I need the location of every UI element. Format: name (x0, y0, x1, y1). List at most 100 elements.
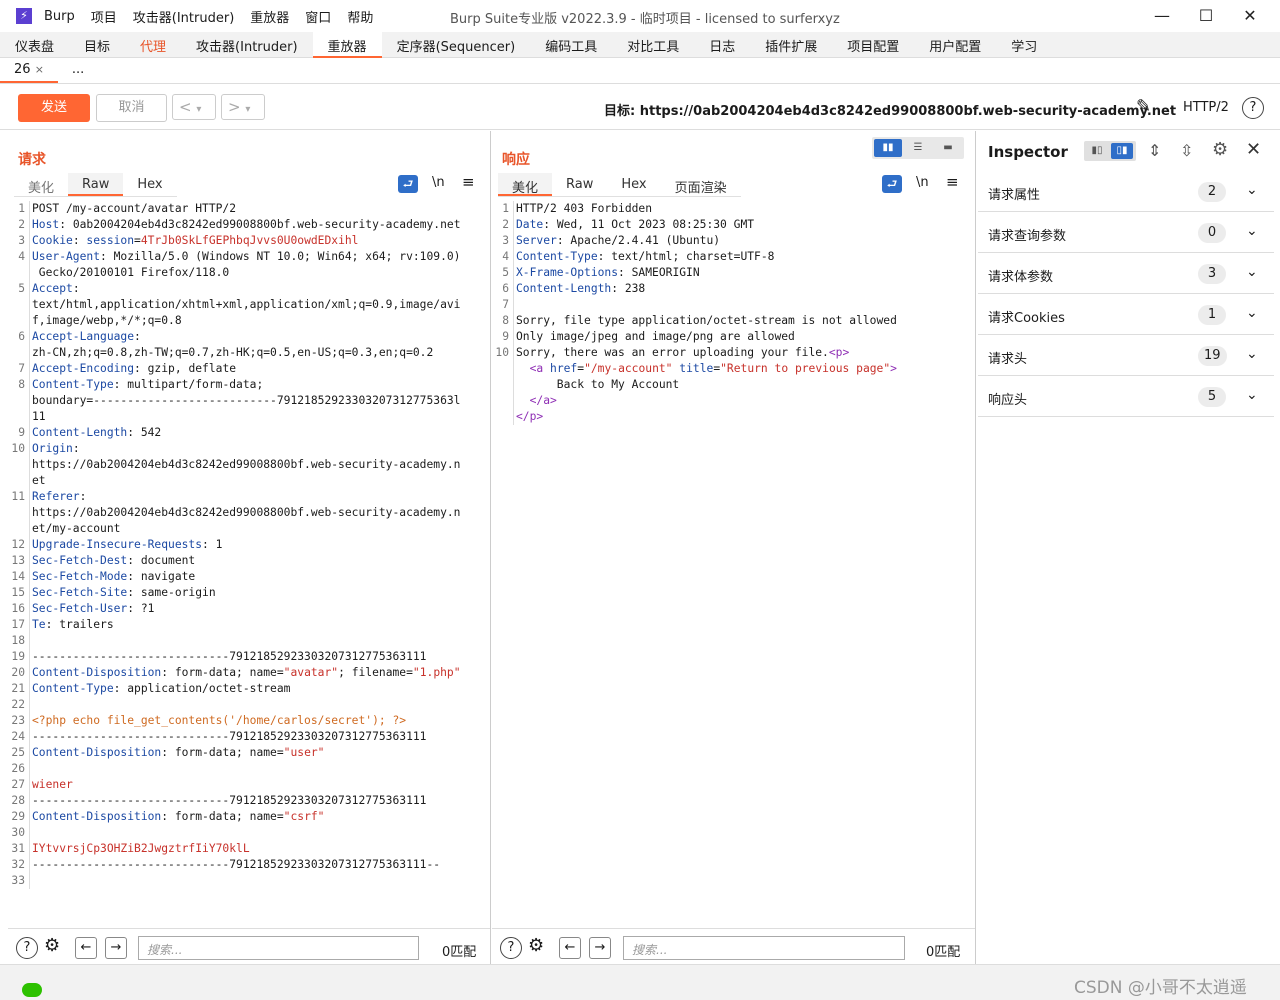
gear-icon[interactable]: ⚙ (1212, 139, 1228, 160)
layout-toggle: ▮▮ ☰ ▬ (872, 137, 964, 159)
prev-match-button[interactable]: ← (75, 937, 97, 959)
inspector-row-label: 请求体参数 (988, 270, 1054, 285)
chevron-down-icon[interactable]: ⌄ (1246, 182, 1258, 198)
request-tab-hex[interactable]: Hex (123, 173, 176, 196)
send-button[interactable]: 发送 (18, 94, 90, 122)
response-editor[interactable]: 1 HTTP/2 403 Forbidden 2 Date: Wed, 11 Oct… (492, 201, 897, 425)
menu-icon[interactable]: ≡ (946, 173, 959, 191)
status-bar: CSDN @小哥不太逍遥 (0, 964, 1280, 1000)
close-window-button[interactable]: ✕ (1230, 4, 1270, 28)
forward-button[interactable]: > ▾ (221, 94, 265, 120)
help-icon[interactable]: ? (16, 937, 38, 959)
watermark: CSDN @小哥不太逍遥 (1074, 978, 1247, 998)
single-view-icon[interactable]: ▬ (934, 139, 962, 157)
collapse-icon[interactable]: ⇳ (1180, 141, 1193, 160)
layout-left-icon[interactable]: ▮▯ (1086, 143, 1108, 159)
inspector-row-query-params[interactable]: 请求查询参数 0 ⌄ (978, 212, 1274, 253)
expand-icon[interactable]: ⇕ (1148, 141, 1161, 160)
count-badge: 5 (1198, 387, 1226, 407)
inspector-row-cookies[interactable]: 请求Cookies 1 ⌄ (978, 294, 1274, 335)
response-search-input[interactable]: 搜索... (623, 936, 905, 960)
menu-project[interactable]: 项目 (91, 7, 117, 26)
repeater-tabs: 26 × ... (0, 58, 1280, 84)
new-tab-button[interactable]: ... (58, 58, 98, 83)
gear-icon[interactable]: ⚙ (528, 935, 544, 956)
tab-dashboard[interactable]: 仪表盘 (0, 32, 69, 58)
next-match-button[interactable]: → (105, 937, 127, 959)
inspector-title: Inspector (988, 143, 1068, 161)
gear-icon[interactable]: ⚙ (44, 935, 60, 956)
maximize-button[interactable]: ☐ (1186, 4, 1226, 28)
http-version-toggle[interactable]: HTTP/2 (1183, 100, 1229, 115)
request-search-input[interactable]: 搜索... (138, 936, 419, 960)
back-button[interactable]: < ▾ (172, 94, 216, 120)
tab-sequencer[interactable]: 定序器(Sequencer) (382, 32, 531, 58)
tab-proxy[interactable]: 代理 (125, 32, 181, 58)
chevron-down-icon[interactable]: ⌄ (1246, 264, 1258, 280)
menu-icon[interactable]: ≡ (462, 173, 475, 191)
tab-logger[interactable]: 日志 (694, 32, 750, 58)
minimize-button[interactable]: — (1142, 4, 1182, 28)
request-tab-pretty[interactable]: 美化 (14, 173, 68, 196)
wrap-icon[interactable]: ⮐ (882, 175, 902, 193)
newline-toggle[interactable]: \n (916, 175, 929, 190)
close-tab-icon[interactable]: × (35, 63, 44, 76)
horizontal-view-icon[interactable]: ☰ (904, 139, 932, 157)
response-title: 响应 (502, 152, 530, 168)
chevron-down-icon[interactable]: ⌄ (1246, 387, 1258, 403)
help-icon[interactable]: ? (1242, 97, 1264, 119)
inspector-row-label: 请求查询参数 (988, 229, 1067, 244)
count-badge: 1 (1198, 305, 1226, 325)
response-tab-raw[interactable]: Raw (552, 173, 607, 196)
chevron-down-icon[interactable]: ⌄ (1246, 305, 1258, 321)
menu-window[interactable]: 窗口 (305, 7, 331, 26)
tab-learn[interactable]: 学习 (996, 32, 1052, 58)
request-view-tabs: 美化 Raw Hex (14, 173, 177, 197)
menu-repeater[interactable]: 重放器 (250, 7, 289, 26)
help-icon[interactable]: ? (500, 937, 522, 959)
main-tabs: 仪表盘 目标 代理 攻击器(Intruder) 重放器 定序器(Sequence… (0, 32, 1280, 58)
inspector-row-body-params[interactable]: 请求体参数 3 ⌄ (978, 253, 1274, 294)
chevron-down-icon[interactable]: ⌄ (1246, 223, 1258, 239)
lightning-icon: ⚡ (16, 8, 32, 24)
title-bar: ⚡ Burp 项目 攻击器(Intruder) 重放器 窗口 帮助 Burp S… (0, 0, 1280, 32)
close-icon[interactable]: ✕ (1246, 139, 1261, 160)
split-view-icon[interactable]: ▮▮ (874, 139, 902, 157)
request-match-count: 0匹配 (442, 945, 477, 960)
tab-repeater[interactable]: 重放器 (312, 32, 382, 58)
tab-intruder[interactable]: 攻击器(Intruder) (181, 32, 313, 58)
inspector-row-request-attributes[interactable]: 请求属性 2 ⌄ (978, 171, 1274, 212)
count-badge: 19 (1198, 346, 1227, 366)
toolbar: 发送 取消 < ▾ > ▾ 目标: https://0ab2004204eb4d… (0, 84, 1280, 130)
menu-intruder[interactable]: 攻击器(Intruder) (133, 7, 235, 26)
target-label: 目标: https://0ab2004204eb4d3c8242ed990088… (604, 104, 1177, 119)
response-tab-pretty[interactable]: 美化 (498, 173, 553, 196)
request-panel: 请求 美化 Raw Hex ⮐ \n ≡ 1 POST /my-account/a… (8, 131, 491, 964)
chevron-down-icon[interactable]: ⌄ (1246, 346, 1258, 362)
response-tab-hex[interactable]: Hex (607, 173, 660, 196)
cancel-button[interactable]: 取消 (96, 94, 167, 122)
tab-target[interactable]: 目标 (69, 32, 125, 58)
count-badge: 2 (1198, 182, 1226, 202)
response-tab-render[interactable]: 页面渲染 (661, 173, 741, 196)
request-title: 请求 (18, 152, 46, 168)
newline-toggle[interactable]: \n (432, 175, 445, 190)
wrap-icon[interactable]: ⮐ (398, 175, 418, 193)
inspector-row-response-headers[interactable]: 响应头 5 ⌄ (978, 376, 1274, 417)
tab-user-options[interactable]: 用户配置 (914, 32, 996, 58)
prev-match-button[interactable]: ← (559, 937, 581, 959)
request-editor[interactable]: 1 POST /my-account/avatar HTTP/2 2 Host: 0… (8, 201, 461, 889)
menu-help[interactable]: 帮助 (347, 7, 373, 26)
request-tab-raw[interactable]: Raw (68, 173, 124, 196)
inspector-row-request-headers[interactable]: 请求头 19 ⌄ (978, 335, 1274, 376)
tab-project-options[interactable]: 项目配置 (832, 32, 914, 58)
menu-burp[interactable]: Burp (44, 9, 75, 24)
inspector-panel: Inspector ▮▯ ▯▮ ⇕ ⇳ ⚙ ✕ 请求属性 2 ⌄ 请求查询参数 … (976, 131, 1280, 964)
next-match-button[interactable]: → (589, 937, 611, 959)
tab-extender[interactable]: 插件扩展 (750, 32, 832, 58)
tab-comparer[interactable]: 对比工具 (612, 32, 694, 58)
repeater-tab-26[interactable]: 26 × (0, 58, 58, 83)
pencil-icon[interactable]: ✎ (1136, 96, 1151, 117)
layout-right-icon[interactable]: ▯▮ (1111, 143, 1133, 159)
tab-decoder[interactable]: 编码工具 (530, 32, 612, 58)
